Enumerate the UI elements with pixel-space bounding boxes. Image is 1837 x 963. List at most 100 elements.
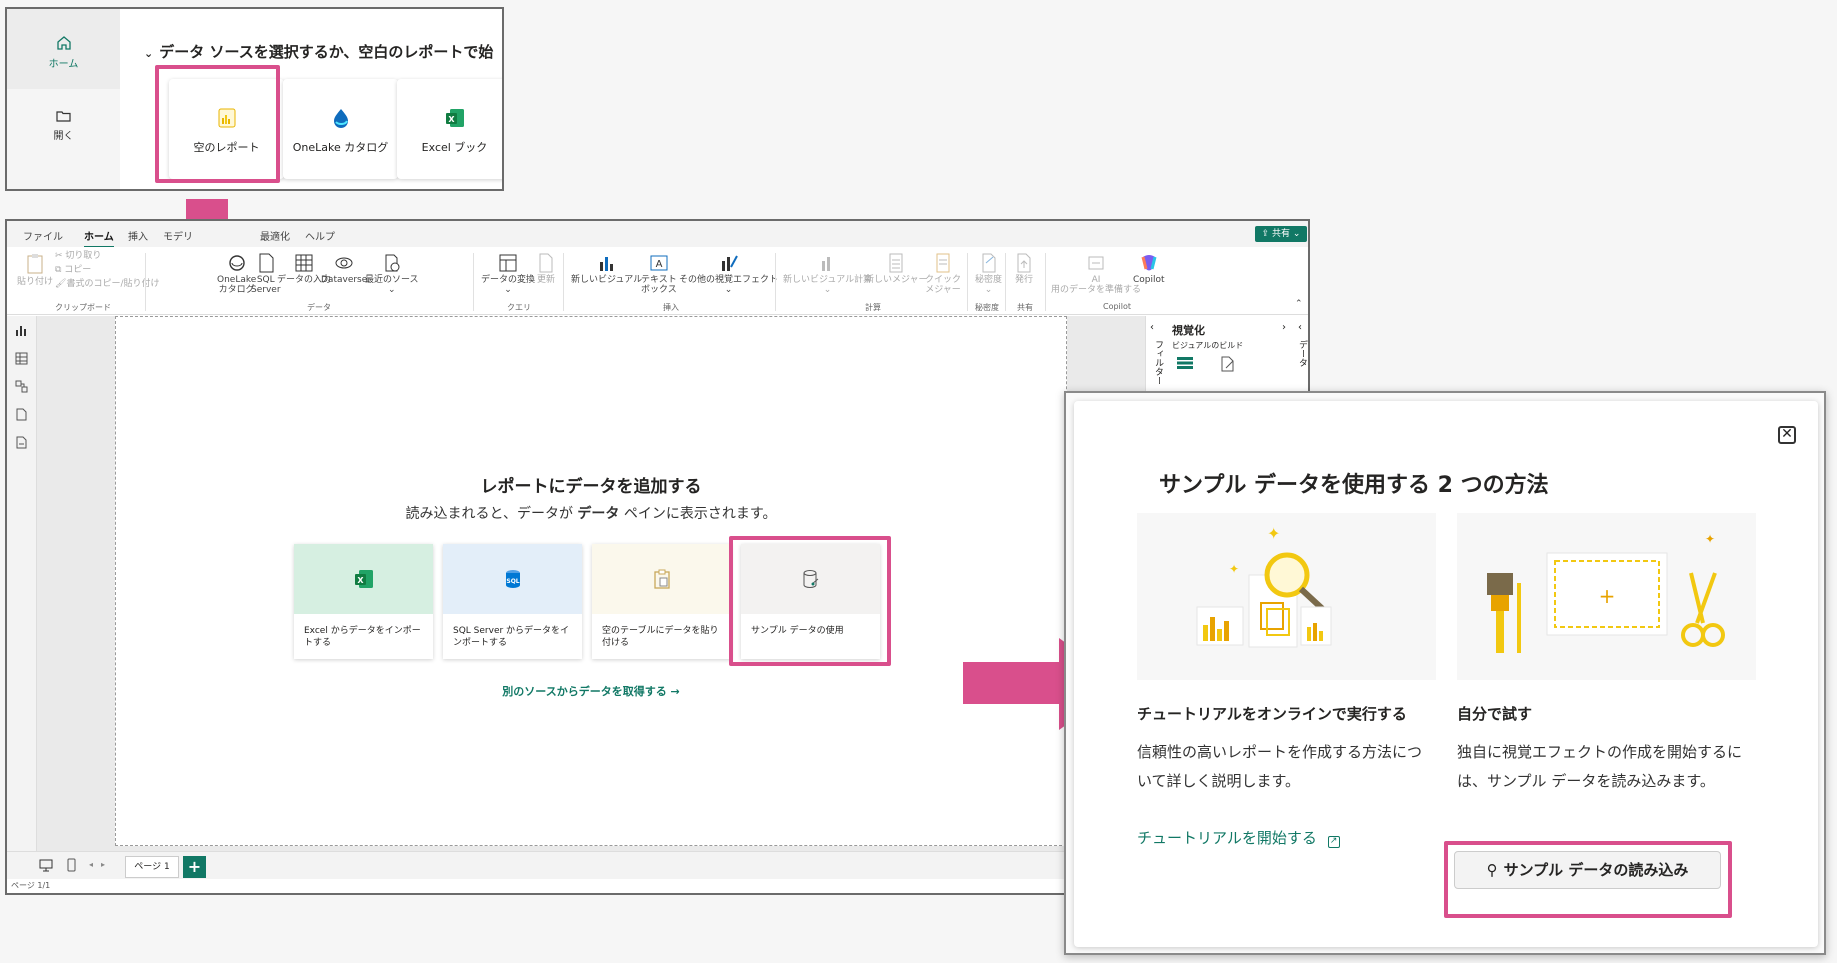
tab-modeling[interactable]: モデリ xyxy=(163,228,193,243)
page-tab-1[interactable]: ページ 1 xyxy=(125,856,179,878)
prev-page-icon[interactable]: ◂ xyxy=(89,860,93,869)
clipboard-group-label: クリップボード xyxy=(55,303,111,312)
expand-right-icon[interactable]: › xyxy=(1282,322,1286,333)
nav-home-label: ホーム xyxy=(48,59,79,70)
start-header[interactable]: ⌄ データ ソースを選択するか、空白のレポートで始 xyxy=(144,41,493,62)
visual-calc-icon xyxy=(821,257,830,271)
onelake-icon xyxy=(334,109,348,128)
try-yourself-illustration: + ✦ xyxy=(1457,513,1756,680)
tab-insert[interactable]: 挿入 xyxy=(128,228,148,243)
other-source-link[interactable]: 別のソースからデータを取得する → xyxy=(116,683,1066,699)
excel-workbook-card[interactable]: X Excel ブック xyxy=(397,79,502,179)
next-page-icon[interactable]: ▸ xyxy=(101,860,105,869)
text-box-icon: A xyxy=(650,255,668,271)
paste-icon xyxy=(27,254,43,274)
table-view-icon[interactable] xyxy=(15,352,28,365)
svg-text:✦: ✦ xyxy=(1229,562,1239,576)
share-button[interactable]: ⇪ 共有 ⌄ xyxy=(1255,226,1307,242)
format-painter-button[interactable]: 🖌書式のコピー/貼り付け xyxy=(55,279,159,289)
cut-button[interactable]: ✂ 切り取り xyxy=(55,251,101,261)
paste-table-card[interactable]: 空のテーブルにデータを貼り付ける xyxy=(592,544,731,659)
publish-button[interactable]: 発行 xyxy=(1015,253,1033,285)
onelake-card[interactable]: OneLake カタログ xyxy=(283,79,398,179)
svg-text:X: X xyxy=(357,576,364,585)
svg-text:✦: ✦ xyxy=(1267,524,1280,543)
more-visuals-button[interactable]: その他の視覚エフェクト ⌄ xyxy=(679,253,778,296)
visual-calc-button[interactable]: 新しいビジュアル計算 ⌄ xyxy=(783,253,872,296)
tab-file[interactable]: ファイル xyxy=(23,228,63,243)
new-measure-button[interactable]: 新しいメジャー xyxy=(865,253,928,285)
sensitivity-button[interactable]: 秘密度 ⌄ xyxy=(975,253,1002,296)
canvas-subtitle-a: 読み込まれると、データが xyxy=(405,506,578,522)
transform-data-icon xyxy=(499,254,517,272)
collapse-ribbon-button[interactable]: ⌃ xyxy=(1295,299,1303,309)
copilot-icon xyxy=(1141,255,1157,271)
refresh-button[interactable]: 更新 xyxy=(537,253,555,285)
transform-data-button[interactable]: データの変換 ⌄ xyxy=(481,253,535,296)
text-box-button[interactable]: A テキスト ボックス xyxy=(641,253,677,296)
sample-data-card[interactable]: サンプル データの使用 xyxy=(741,544,880,659)
filters-vertical-label[interactable]: フィルター xyxy=(1152,340,1165,385)
nav-open-label: 開く xyxy=(53,131,74,142)
add-page-button[interactable]: + xyxy=(183,856,206,878)
bar-chart-icon xyxy=(599,257,613,271)
data-group-label: データ xyxy=(307,303,331,312)
copilot-button[interactable]: Copilot xyxy=(1133,253,1165,285)
recent-sources-icon xyxy=(385,254,400,272)
ribbon-separator xyxy=(1045,253,1046,311)
refresh-icon xyxy=(539,253,553,273)
home-icon xyxy=(56,36,71,50)
collapse-left-icon[interactable]: ‹ xyxy=(1150,322,1154,333)
quick-measure-label: クイック メジャー xyxy=(925,275,962,296)
excel-icon: X xyxy=(446,109,464,127)
try-yourself-illustration-icon: + ✦ xyxy=(1487,532,1725,653)
load-sample-data-label: サンプル データの読み込み xyxy=(1503,861,1689,879)
calculator-icon xyxy=(889,253,903,273)
desktop-layout-icon[interactable] xyxy=(39,859,53,872)
copy-icon: ⧉ xyxy=(55,265,65,275)
format-visual-icon[interactable] xyxy=(1220,356,1236,372)
nav-item-open[interactable]: 開く xyxy=(7,109,120,159)
model-view-icon[interactable] xyxy=(15,380,28,393)
share-label: 共有 xyxy=(1271,229,1290,239)
blank-report-label: 空のレポート xyxy=(193,141,260,154)
ai-data-icon xyxy=(1088,256,1104,270)
tab-help[interactable]: ヘルプ xyxy=(305,228,335,243)
import-sql-card[interactable]: SQL SQL Server からデータをインポートする xyxy=(443,544,582,659)
data-vertical-label[interactable]: データ xyxy=(1296,340,1308,367)
recent-sources-button[interactable]: 最近のソース ⌄ xyxy=(365,253,419,296)
blank-report-icon xyxy=(218,108,236,128)
tab-home[interactable]: ホーム xyxy=(84,228,114,248)
dax-query-icon[interactable] xyxy=(15,408,28,421)
stacked-bar-icon[interactable] xyxy=(1176,356,1194,370)
start-tutorial-link[interactable]: チュートリアルを開始する ↗ xyxy=(1137,827,1340,848)
dialog-frame: ✕ サンプル データを使用する 2 つの方法 ✦ ✦ + ✦ チュートリアルをオ… xyxy=(1064,391,1826,955)
canvas-title: レポートにデータを追加する xyxy=(480,477,702,497)
tmdl-view-icon[interactable] xyxy=(15,436,28,449)
mobile-layout-icon[interactable] xyxy=(67,858,76,872)
tab-optimize[interactable]: 最適化 xyxy=(260,228,290,243)
sample-data-icon xyxy=(803,570,819,588)
import-sql-label: SQL Server からデータをインポートする xyxy=(453,626,570,649)
import-excel-card[interactable]: X Excel からデータをインポートする xyxy=(294,544,433,659)
ribbon-separator xyxy=(967,253,968,311)
new-visual-button[interactable]: 新しいビジュアル xyxy=(571,253,642,285)
insert-group-label: 挿入 xyxy=(663,303,679,312)
report-view-icon[interactable] xyxy=(15,324,28,337)
svg-text:+: + xyxy=(1599,584,1616,608)
dataverse-button[interactable]: Dataverse xyxy=(321,253,367,285)
sensitivity-label: 秘密度 xyxy=(975,275,1003,285)
close-button[interactable]: ✕ xyxy=(1778,426,1796,444)
ai-prep-button[interactable]: AI 用のデータを準備する xyxy=(1051,253,1141,296)
load-sample-data-button[interactable]: ⚲ サンプル データの読み込み xyxy=(1454,851,1721,889)
sensitivity-group-label: 秘密度 xyxy=(975,303,999,312)
copy-button[interactable]: ⧉ コピー xyxy=(55,265,91,275)
collapse-data-icon[interactable]: ‹ xyxy=(1298,322,1302,333)
ribbon-separator xyxy=(775,253,776,311)
blank-report-card[interactable]: 空のレポート xyxy=(169,79,284,179)
import-excel-label: Excel からデータをインポートする xyxy=(304,626,421,649)
nav-item-home[interactable]: ホーム xyxy=(7,9,120,89)
copilot-label: Copilot xyxy=(1133,275,1165,285)
paste-button[interactable]: 貼り付け xyxy=(17,253,53,287)
quick-measure-button[interactable]: クイック メジャー xyxy=(925,253,961,296)
